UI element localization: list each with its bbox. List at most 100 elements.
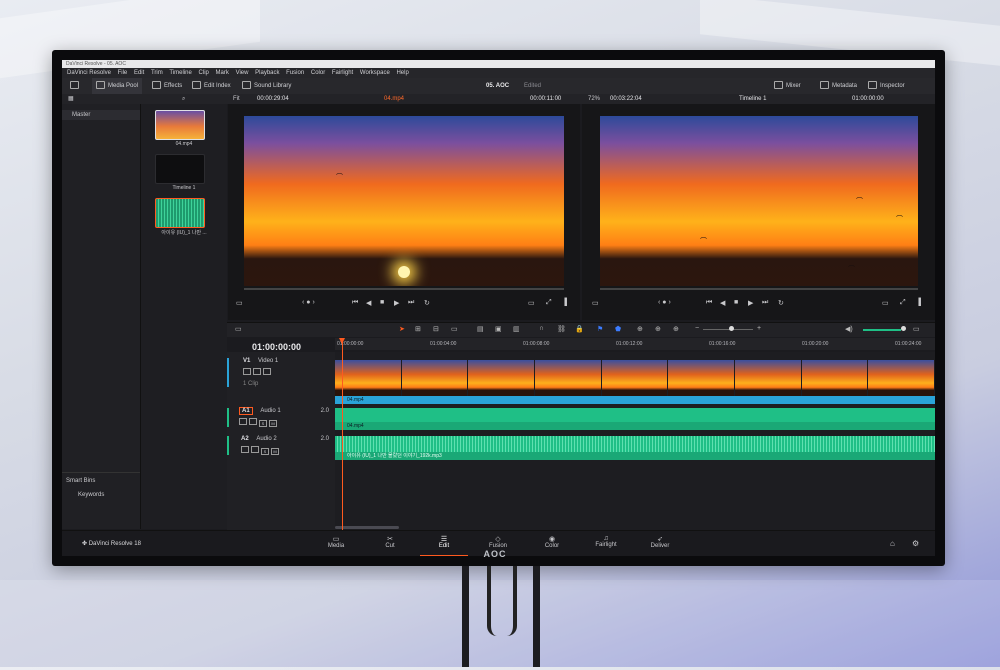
solo-icon[interactable]: S bbox=[259, 420, 267, 427]
menu-item-playback[interactable]: Playback bbox=[255, 70, 279, 76]
menu-item-fairlight[interactable]: Fairlight bbox=[332, 70, 353, 76]
menu-item-help[interactable]: Help bbox=[396, 70, 408, 76]
timeline-ruler[interactable]: 01:00:00:00 01:00:04:00 01:00:08:00 01:0… bbox=[335, 338, 935, 350]
home-icon[interactable]: ⌂ bbox=[890, 539, 895, 548]
timeline-zoom[interactable]: 72% bbox=[588, 94, 600, 104]
source-fit[interactable]: Fit bbox=[233, 94, 240, 104]
volume-slider-handle[interactable] bbox=[901, 326, 906, 331]
zoom-custom-icon[interactable]: ⊕ bbox=[673, 325, 679, 333]
in-out-icon[interactable]: ⤢ bbox=[546, 299, 552, 307]
solo-icon[interactable]: S bbox=[261, 448, 269, 455]
grid-view-icon[interactable]: ▦ bbox=[68, 94, 74, 104]
menu-item-color[interactable]: Color bbox=[311, 70, 325, 76]
menu-item-trim[interactable]: Trim bbox=[151, 70, 163, 76]
replace-clip-icon[interactable]: ▥ bbox=[513, 325, 520, 333]
play-icon[interactable]: ▶ bbox=[748, 299, 753, 307]
play-reverse-icon[interactable]: ◀ bbox=[366, 299, 371, 307]
inspector-button[interactable]: Inspector bbox=[868, 78, 905, 94]
audio1-clip-bar[interactable]: 04.mp4 bbox=[335, 422, 935, 430]
match-frame-icon[interactable]: ▭ bbox=[528, 299, 535, 307]
lock-icon[interactable] bbox=[239, 418, 247, 425]
menu-item-fusion[interactable]: Fusion bbox=[286, 70, 304, 76]
timeline-scrubber[interactable] bbox=[600, 288, 918, 290]
jog-icon[interactable]: ‹ ● › bbox=[658, 299, 671, 306]
go-to-end-icon[interactable]: ⏭ bbox=[762, 299, 768, 307]
mute-icon[interactable]: M bbox=[269, 420, 277, 427]
keywords-bin[interactable]: Keywords bbox=[78, 492, 104, 498]
track-header-a2[interactable]: A2 Audio 2 2.0 SM bbox=[227, 436, 335, 455]
flag-icon[interactable]: ⚑ bbox=[597, 325, 603, 333]
media-pool-button[interactable]: Media Pool bbox=[92, 78, 143, 94]
menu-item-clip[interactable]: Clip bbox=[199, 70, 209, 76]
playhead[interactable] bbox=[339, 338, 345, 530]
menu-item-view[interactable]: View bbox=[236, 70, 249, 76]
zoom-slider-handle[interactable] bbox=[729, 326, 734, 331]
audio2-waveform[interactable] bbox=[335, 436, 935, 452]
zoom-slider[interactable] bbox=[703, 329, 753, 330]
insert-icon[interactable]: ▐ bbox=[562, 299, 567, 306]
video-clip-bar[interactable]: 04.mp4 bbox=[335, 396, 935, 404]
stop-icon[interactable]: ■ bbox=[380, 299, 384, 306]
timeline-scrollbar[interactable] bbox=[335, 526, 399, 529]
sound-library-button[interactable]: Sound Library bbox=[242, 78, 291, 94]
page-tab-fairlight[interactable]: ♫ Fairlight bbox=[582, 531, 630, 556]
stop-icon[interactable]: ■ bbox=[734, 299, 738, 306]
settings-icon[interactable]: ⚙ bbox=[912, 539, 919, 548]
zoom-full-icon[interactable]: ⊕ bbox=[637, 325, 643, 333]
track-header-a1[interactable]: A1 Audio 1 2.0 SM bbox=[227, 407, 335, 427]
menu-item-workspace[interactable]: Workspace bbox=[360, 70, 390, 76]
source-scrubber[interactable] bbox=[244, 288, 564, 290]
volume-slider[interactable] bbox=[863, 329, 901, 331]
track-header-v1[interactable]: V1 Video 1 1 Clip bbox=[227, 358, 335, 387]
go-to-end-icon[interactable]: ⏭ bbox=[408, 299, 414, 307]
viewer-options-icon[interactable]: ▭ bbox=[592, 299, 599, 307]
audio2-clip-bar[interactable]: 아이유 (IU)_1 나만 몰랐던 이야기_192k.mp3 bbox=[335, 452, 935, 460]
menu-item-edit[interactable]: Edit bbox=[134, 70, 144, 76]
play-icon[interactable]: ▶ bbox=[394, 299, 399, 307]
zoom-detail-icon[interactable]: ⊕ bbox=[655, 325, 661, 333]
page-tab-media[interactable]: ▭ Media bbox=[312, 531, 360, 556]
match-frame-icon[interactable]: ▭ bbox=[882, 299, 889, 307]
dynamic-trim-icon[interactable]: ⊟ bbox=[433, 325, 439, 333]
clip-thumbnail-timeline[interactable] bbox=[155, 154, 205, 184]
page-tab-cut[interactable]: ✂ Cut bbox=[366, 531, 414, 556]
mute-icon[interactable]: M bbox=[271, 448, 279, 455]
marker-icon[interactable]: ⬟ bbox=[615, 325, 621, 333]
metadata-button[interactable]: Metadata bbox=[820, 78, 857, 94]
mixer-button[interactable]: Mixer bbox=[774, 78, 801, 94]
clip-thumbnail-video[interactable] bbox=[155, 110, 205, 140]
insert-clip-icon[interactable]: ▤ bbox=[477, 325, 484, 333]
insert-icon[interactable]: ▐ bbox=[916, 299, 921, 306]
track-visibility-icon[interactable] bbox=[263, 368, 271, 375]
play-reverse-icon[interactable]: ◀ bbox=[720, 299, 725, 307]
go-to-start-icon[interactable]: ⏮ bbox=[706, 299, 712, 307]
auto-select-icon[interactable] bbox=[249, 418, 257, 425]
effects-button[interactable]: Effects bbox=[152, 78, 182, 94]
search-icon[interactable]: ⌕ bbox=[182, 94, 185, 104]
edit-index-button[interactable]: Edit Index bbox=[192, 78, 231, 94]
speaker-icon[interactable]: ◀) bbox=[845, 325, 853, 333]
in-out-icon[interactable]: ⤢ bbox=[900, 299, 906, 307]
loop-icon[interactable]: ↻ bbox=[424, 299, 430, 307]
overwrite-clip-icon[interactable]: ▣ bbox=[495, 325, 502, 333]
loop-icon[interactable]: ↻ bbox=[778, 299, 784, 307]
menu-item-file[interactable]: File bbox=[118, 70, 128, 76]
position-lock-icon[interactable]: 🔒 bbox=[575, 325, 584, 333]
menu-item-timeline[interactable]: Timeline bbox=[169, 70, 191, 76]
page-tab-deliver[interactable]: ➶ Deliver bbox=[636, 531, 684, 556]
video-clip-thumbnails[interactable] bbox=[335, 360, 935, 396]
selection-tool-icon[interactable]: ➤ bbox=[399, 325, 405, 333]
blade-tool-icon[interactable]: ▭ bbox=[451, 325, 458, 333]
lock-icon[interactable] bbox=[243, 368, 251, 375]
menu-item-davinci[interactable]: DaVinci Resolve bbox=[67, 70, 111, 76]
menu-item-mark[interactable]: Mark bbox=[216, 70, 229, 76]
audio-meter-icon[interactable]: ▭ bbox=[913, 325, 920, 333]
linked-selection-icon[interactable]: ⛓ bbox=[557, 325, 566, 333]
go-to-start-icon[interactable]: ⏮ bbox=[352, 299, 358, 307]
trim-tool-icon[interactable]: ⊞ bbox=[415, 325, 421, 333]
timeline-name[interactable]: Timeline 1 bbox=[739, 94, 766, 104]
auto-select-icon[interactable] bbox=[251, 446, 259, 453]
clip-thumbnail-audio[interactable] bbox=[155, 198, 205, 228]
lock-icon[interactable] bbox=[241, 446, 249, 453]
jog-icon[interactable]: ‹ ● › bbox=[302, 299, 315, 306]
